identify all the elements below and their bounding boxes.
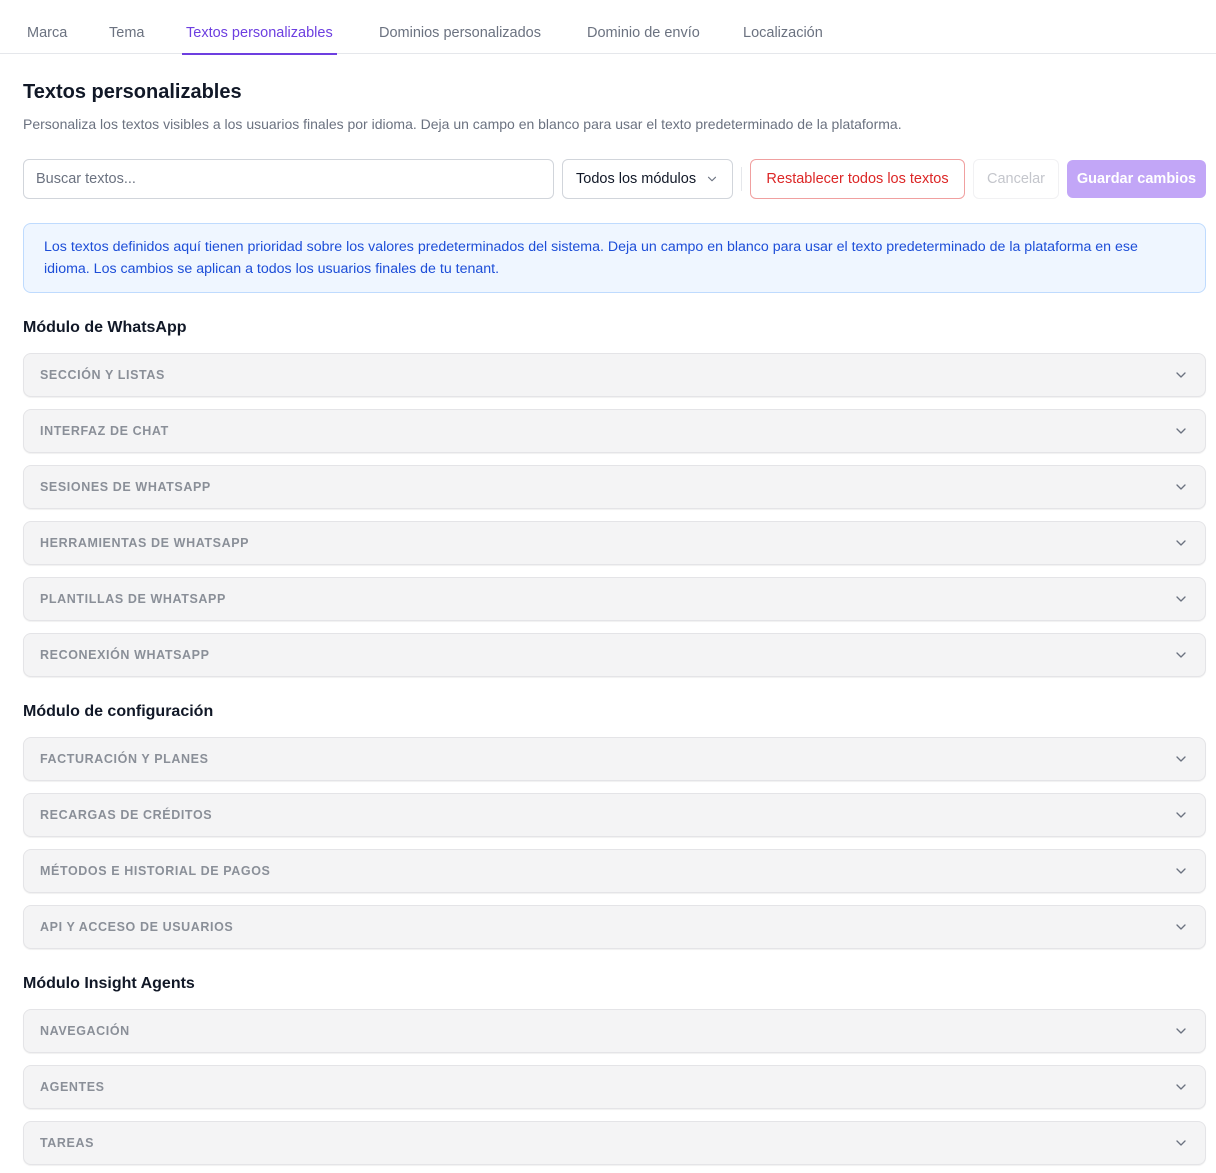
- accordion-agentes[interactable]: AGENTES: [23, 1065, 1206, 1109]
- accordion-facturacion-y-planes[interactable]: FACTURACIÓN Y PLANES: [23, 737, 1206, 781]
- accordion-navegacion[interactable]: NAVEGACIÓN: [23, 1009, 1206, 1053]
- chevron-down-icon: [1173, 751, 1189, 767]
- accordion-label: SESIONES DE WHATSAPP: [40, 480, 211, 494]
- page-title: Textos personalizables: [23, 81, 242, 103]
- module-filter-value: Todos los módulos: [576, 171, 697, 187]
- accordion-sesiones-de-whatsapp[interactable]: SESIONES DE WHATSAPP: [23, 465, 1206, 509]
- accordion-label: AGENTES: [40, 1080, 105, 1094]
- chevron-down-icon: [705, 172, 719, 186]
- page-subtitle: Personaliza los textos visibles a los us…: [23, 116, 902, 132]
- chevron-down-icon: [1173, 479, 1189, 495]
- chevron-down-icon: [1173, 863, 1189, 879]
- chevron-down-icon: [1173, 535, 1189, 551]
- accordion-label: SECCIÓN Y LISTAS: [40, 368, 165, 382]
- tab-marca[interactable]: Marca: [27, 0, 67, 54]
- accordion-label: API Y ACCESO DE USUARIOS: [40, 920, 234, 934]
- accordion-herramientas-de-whatsapp[interactable]: HERRAMIENTAS DE WHATSAPP: [23, 521, 1206, 565]
- chevron-down-icon: [1173, 1135, 1189, 1151]
- accordion-label: MÉTODOS E HISTORIAL DE PAGOS: [40, 864, 271, 878]
- accordion-label: RECONEXIÓN WHATSAPP: [40, 648, 210, 662]
- save-changes-button[interactable]: Guardar cambios: [1067, 160, 1206, 198]
- chevron-down-icon: [1173, 591, 1189, 607]
- tab-textos-personalizables[interactable]: Textos personalizables: [182, 0, 337, 55]
- accordion-interfaz-de-chat[interactable]: INTERFAZ DE CHAT: [23, 409, 1206, 453]
- search-input[interactable]: [23, 159, 554, 199]
- accordion-metodos-e-historial-de-pagos[interactable]: MÉTODOS E HISTORIAL DE PAGOS: [23, 849, 1206, 893]
- tab-tema[interactable]: Tema: [109, 0, 144, 54]
- chevron-down-icon: [1173, 1023, 1189, 1039]
- accordion-plantillas-de-whatsapp[interactable]: PLANTILLAS DE WHATSAPP: [23, 577, 1206, 621]
- accordion-label: NAVEGACIÓN: [40, 1024, 130, 1038]
- chevron-down-icon: [1173, 919, 1189, 935]
- accordion-label: TAREAS: [40, 1136, 95, 1150]
- module-filter-select[interactable]: Todos los módulos: [562, 159, 733, 199]
- cancel-button[interactable]: Cancelar: [973, 159, 1059, 199]
- chevron-down-icon: [1173, 647, 1189, 663]
- info-banner: Los textos definidos aquí tienen priorid…: [23, 223, 1206, 293]
- accordion-api-y-acceso-de-usuarios[interactable]: API Y ACCESO DE USUARIOS: [23, 905, 1206, 949]
- toolbar-divider: [741, 167, 742, 191]
- accordion-label: PLANTILLAS DE WHATSAPP: [40, 592, 226, 606]
- chevron-down-icon: [1173, 367, 1189, 383]
- section-title-configuracion: Módulo de configuración: [23, 703, 214, 720]
- accordion-seccion-y-listas[interactable]: SECCIÓN Y LISTAS: [23, 353, 1206, 397]
- settings-tabs: Marca Tema Textos personalizables Domini…: [0, 0, 1216, 55]
- tab-dominio-de-envio[interactable]: Dominio de envío: [587, 0, 700, 54]
- accordion-label: RECARGAS DE CRÉDITOS: [40, 808, 213, 822]
- accordion-label: FACTURACIÓN Y PLANES: [40, 752, 209, 766]
- section-title-insight-agents: Módulo Insight Agents: [23, 975, 195, 992]
- chevron-down-icon: [1173, 807, 1189, 823]
- chevron-down-icon: [1173, 1079, 1189, 1095]
- accordion-label: HERRAMIENTAS DE WHATSAPP: [40, 536, 250, 550]
- accordion-label: INTERFAZ DE CHAT: [40, 424, 169, 438]
- chevron-down-icon: [1173, 423, 1189, 439]
- accordion-recargas-de-creditos[interactable]: RECARGAS DE CRÉDITOS: [23, 793, 1206, 837]
- tab-dominios-personalizados[interactable]: Dominios personalizados: [379, 0, 541, 54]
- accordion-tareas[interactable]: TAREAS: [23, 1121, 1206, 1165]
- tab-localizacion[interactable]: Localización: [743, 0, 823, 54]
- accordion-reconexion-whatsapp[interactable]: RECONEXIÓN WHATSAPP: [23, 633, 1206, 677]
- section-title-whatsapp: Módulo de WhatsApp: [23, 319, 187, 336]
- reset-all-texts-button[interactable]: Restablecer todos los textos: [750, 159, 965, 199]
